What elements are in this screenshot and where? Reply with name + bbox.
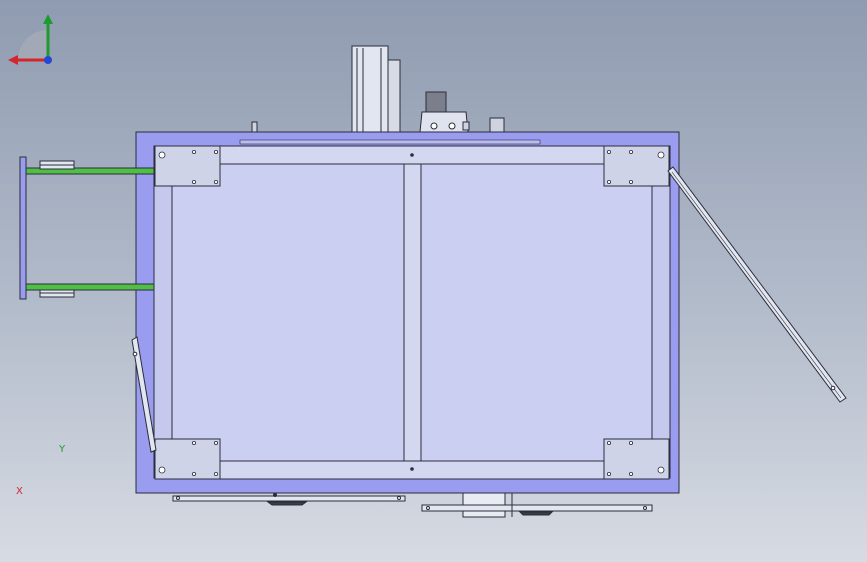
corner-plate-bottom-right: [603, 438, 670, 480]
corner-plate-bottom-left: [154, 438, 221, 480]
triad-base-shade: [18, 30, 48, 60]
corner-plate-top-right: [603, 145, 670, 187]
sensor-block: [489, 117, 505, 133]
bottom-bar-left: [172, 495, 406, 502]
cad-viewport[interactable]: X Y: [0, 0, 867, 562]
coordinate-triad: [8, 14, 53, 65]
x-axis-label: X: [16, 486, 23, 497]
center-divider: [403, 163, 422, 462]
top-mechanism[interactable]: [213, 45, 505, 147]
y-axis-label: Y: [59, 444, 66, 455]
motor-mount: [419, 111, 469, 133]
bottom-bar-right: [421, 504, 653, 512]
cad-model-drawing[interactable]: [0, 0, 867, 562]
z-axis-icon: [44, 56, 52, 64]
left-panel[interactable]: [171, 163, 405, 462]
right-panel[interactable]: [420, 163, 653, 462]
left-arm-assembly[interactable]: [19, 156, 155, 300]
lower-arm: [25, 283, 155, 291]
right-diagonal-arm[interactable]: [667, 166, 847, 403]
left-end-plate: [19, 156, 27, 300]
side-guide-plate: [387, 59, 401, 133]
small-bracket: [251, 121, 258, 134]
bottom-bars[interactable]: [172, 492, 653, 518]
motor-block: [425, 91, 447, 113]
